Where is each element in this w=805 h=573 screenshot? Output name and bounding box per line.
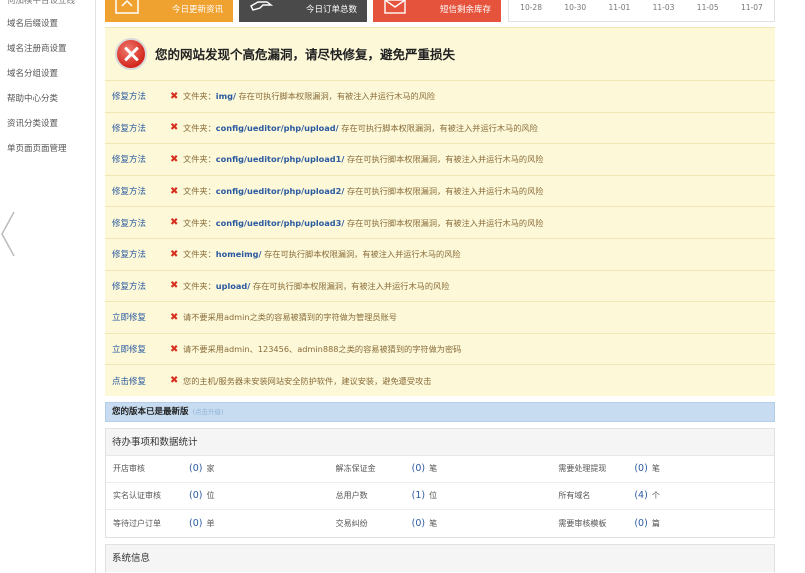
- stat-item: 开店审核 (0) 家: [113, 463, 215, 475]
- list-item: 修复方法 ✖ 文件夹：config/ueditor/php/upload2/ 存在可…: [105, 174, 775, 207]
- chevron-left-icon[interactable]: [0, 210, 16, 258]
- date-label: 11-05: [696, 3, 719, 12]
- stat-item: 需要审核模板 (0) 篇: [558, 517, 660, 529]
- fix-link[interactable]: 修复方法: [112, 280, 170, 292]
- todo-panel: 待办事项和数据统计 开店审核 (0) 家 解冻保证金 (0) 笔 需要处理提现 (0) 笔 …: [105, 427, 775, 538]
- table-row: 等待过户订单 (0) 单 交易纠纷 (0) 笔 需要审核模板 (0) 篇: [106, 510, 774, 537]
- close-icon: ✖: [170, 343, 179, 355]
- stat-cards: 今日更新资讯 今日订单总数 短信剩余库存 10-28 10-30 11-01 1…: [105, 0, 775, 24]
- list-item: 立即修复 ✖ 请不要采用admin之类的容易被猜到的字符做为管理员账号: [105, 301, 775, 333]
- vuln-text: 您的主机/服务器未安装网站安全防护软件，建议安装，避免遭受攻击: [183, 375, 432, 386]
- security-alert: 您的网站发现个高危漏洞，请尽快修复，避免严重损失: [105, 27, 775, 80]
- stat-item: 所有域名 (4) 个: [558, 490, 660, 502]
- close-icon: ✖: [170, 217, 179, 229]
- fix-link[interactable]: 修复方法: [112, 248, 170, 260]
- upgrade-link[interactable]: (点击升级): [193, 408, 224, 416]
- list-item: 修复方法 ✖ 文件夹：config/ueditor/php/upload/ 存在可执…: [105, 111, 775, 144]
- error-icon: [115, 38, 147, 70]
- stat-item: 需要处理提现 (0) 笔: [558, 463, 660, 475]
- list-item: 修复方法 ✖ 文件夹：img/ 存在可执行脚本权限漏洞，有被注入并运行木马的风险: [105, 80, 775, 112]
- vuln-text: 文件夹：homeimg/ 存在可执行脚本权限漏洞，有被注入并运行木马的风险: [183, 249, 461, 260]
- fix-link[interactable]: 修复方法: [112, 122, 170, 134]
- sidebar-item-help-category[interactable]: 帮助中心分类: [0, 87, 95, 112]
- system-info-panel: 系统信息: [105, 543, 775, 573]
- upload-icon: [115, 0, 139, 14]
- close-icon: ✖: [170, 248, 179, 260]
- vuln-text: 请不要采用admin之类的容易被猜到的字符做为管理员账号: [183, 312, 397, 323]
- date-axis: 10-28 10-30 11-01 11-03 11-05 11-07: [509, 3, 774, 12]
- close-icon: ✖: [170, 153, 179, 165]
- fix-link[interactable]: 修复方法: [112, 90, 170, 102]
- stat-item: 等待过户订单 (0) 单: [113, 517, 215, 529]
- card-sms-stock[interactable]: 短信剩余库存: [373, 0, 501, 22]
- vuln-text: 请不要采用admin、123456、admin888之类的容易被猜到的字符做为密…: [183, 344, 462, 355]
- vuln-text: 文件夹：config/ueditor/php/upload2/ 存在可执行脚本权…: [183, 186, 544, 197]
- vuln-text: 文件夹：config/ueditor/php/upload/ 存在可执行脚本权限…: [183, 122, 538, 133]
- stat-item: 解冻保证金 (0) 笔: [335, 463, 438, 475]
- sidebar-item-platform-settings[interactable]: 何加模平台设立线: [0, 0, 95, 12]
- vuln-text: 文件夹：config/ueditor/php/upload3/ 存在可执行脚本权…: [183, 217, 544, 228]
- vuln-text: 文件夹：config/ueditor/php/upload1/ 存在可执行脚本权…: [183, 154, 544, 165]
- stat-item: 实名认证审核 (0) 位: [113, 490, 215, 502]
- card-today-news[interactable]: 今日更新资讯: [105, 0, 233, 22]
- vuln-text: 文件夹：upload/ 存在可执行脚本权限漏洞，有被注入并运行木马的风险: [183, 280, 450, 291]
- table-row: 实名认证审核 (0) 位 总用户数 (1) 位 所有域名 (4) 个: [106, 483, 774, 510]
- mail-icon: [384, 0, 406, 14]
- fix-link[interactable]: 立即修复: [112, 343, 170, 355]
- alert-title: 您的网站发现个高危漏洞，请尽快修复，避免严重损失: [155, 47, 456, 62]
- sidebar-item-registrar[interactable]: 域名注册商设置: [0, 37, 95, 62]
- date-label: 11-01: [608, 3, 631, 12]
- fix-link[interactable]: 立即修复: [112, 311, 170, 323]
- close-icon: ✖: [170, 311, 179, 323]
- close-icon: ✖: [170, 280, 179, 292]
- list-item: 修复方法 ✖ 文件夹：upload/ 存在可执行脚本权限漏洞，有被注入并运行木马的风…: [105, 269, 775, 302]
- table-row: 开店审核 (0) 家 解冻保证金 (0) 笔 需要处理提现 (0) 笔: [106, 456, 774, 483]
- panel-title: 待办事项和数据统计: [106, 428, 774, 456]
- vuln-text: 文件夹：img/ 存在可执行脚本权限漏洞，有被注入并运行木马的风险: [183, 91, 436, 102]
- date-label: 10-30: [564, 3, 587, 12]
- list-item: 修复方法 ✖ 文件夹：homeimg/ 存在可执行脚本权限漏洞，有被注入并运行木马的…: [105, 237, 775, 270]
- version-text: 您的版本已是最新版: [112, 406, 189, 417]
- sidebar-item-news-category[interactable]: 资讯分类设置: [0, 112, 95, 137]
- fix-link[interactable]: 修复方法: [112, 153, 170, 165]
- stat-item: 总用户数 (1) 位: [335, 490, 438, 502]
- vulnerability-list: 修复方法 ✖ 文件夹：img/ 存在可执行脚本权限漏洞，有被注入并运行木马的风险 修…: [105, 80, 775, 396]
- close-icon: ✖: [170, 185, 179, 197]
- close-icon: ✖: [170, 375, 179, 387]
- fix-link[interactable]: 点击修复: [112, 375, 170, 387]
- panel-title: 系统信息: [106, 544, 774, 572]
- hand-icon: [250, 1, 273, 11]
- stat-item: 交易纠纷 (0) 笔: [335, 517, 438, 529]
- card-label: 今日订单总数: [305, 5, 357, 15]
- sidebar: 何加模平台设立线 域名后缀设置 域名注册商设置 域名分组设置 帮助中心分类 资讯…: [0, 0, 96, 573]
- date-label: 11-03: [652, 3, 675, 12]
- main-content: 今日更新资讯 今日订单总数 短信剩余库存 10-28 10-30 11-01 1…: [105, 0, 775, 573]
- close-icon: ✖: [170, 122, 179, 134]
- close-icon: ✖: [170, 90, 179, 102]
- trend-chart: 10-28 10-30 11-01 11-03 11-05 11-07: [508, 0, 775, 22]
- sidebar-item-domain-suffix[interactable]: 域名后缀设置: [0, 12, 95, 37]
- card-label: 今日更新资讯: [171, 5, 223, 15]
- date-label: 10-28: [520, 3, 542, 12]
- fix-link[interactable]: 修复方法: [112, 185, 170, 197]
- list-item: 立即修复 ✖ 请不要采用admin、123456、admin888之类的容易被猜到的…: [105, 332, 775, 365]
- list-item: 点击修复 ✖ 您的主机/服务器未安装网站安全防护软件，建议安装，避免遭受攻击: [105, 364, 775, 396]
- card-today-orders[interactable]: 今日订单总数: [239, 0, 367, 22]
- sidebar-item-domain-group[interactable]: 域名分组设置: [0, 62, 95, 87]
- list-item: 修复方法 ✖ 文件夹：config/ueditor/php/upload3/ 存在可…: [105, 206, 775, 238]
- fix-link[interactable]: 修复方法: [112, 217, 170, 229]
- sidebar-item-page-manage[interactable]: 单页面页面管理: [0, 137, 95, 162]
- date-label: 11-07: [740, 3, 763, 12]
- card-label: 短信剩余库存: [439, 5, 491, 15]
- version-bar: 您的版本已是最新版 (点击升级): [105, 401, 775, 422]
- list-item: 修复方法 ✖ 文件夹：config/ueditor/php/upload1/ 存在可…: [105, 143, 775, 175]
